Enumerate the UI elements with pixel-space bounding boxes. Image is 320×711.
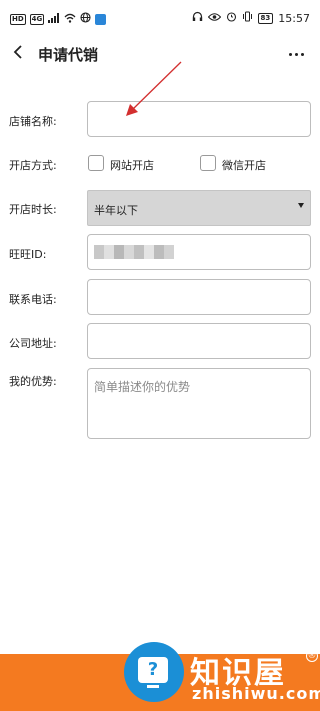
address-label: 公司地址: — [9, 337, 57, 350]
more-button[interactable] — [286, 42, 306, 66]
registered-mark: ® — [306, 650, 318, 662]
wechat-shop-radio[interactable] — [200, 155, 216, 171]
advantage-placeholder: 简单描述你的优势 — [94, 380, 191, 394]
signal-icon — [48, 12, 60, 27]
advantage-label: 我的优势: — [9, 375, 57, 388]
shop-duration-select[interactable]: 半年以下 — [87, 190, 311, 226]
advantage-textarea[interactable]: 简单描述你的优势 — [87, 368, 311, 439]
alarm-icon — [226, 11, 237, 26]
page-title: 申请代销 — [38, 46, 99, 64]
app-bar: 申请代销 — [0, 38, 320, 72]
vibrate-icon — [242, 11, 253, 26]
wechat-shop-label: 微信开店 — [222, 159, 266, 172]
watermark-text-en: zhishiwu.com — [192, 684, 320, 703]
hd-badge: HD — [10, 14, 26, 25]
website-shop-radio[interactable] — [88, 155, 104, 171]
more-dots-icon — [288, 52, 292, 56]
shop-name-label: 店铺名称: — [9, 115, 57, 128]
phone-label: 联系电话: — [9, 293, 57, 306]
status-left: HD 4G — [10, 12, 107, 27]
status-bar: HD 4G 83 15:57 — [0, 0, 320, 38]
shop-duration-value: 半年以下 — [94, 204, 138, 217]
blurred-wangwang-value — [94, 245, 178, 259]
wifi-icon — [64, 13, 76, 27]
question-monitor-icon: ? — [138, 657, 168, 683]
website-shop-label: 网站开店 — [110, 159, 154, 172]
back-button[interactable] — [6, 40, 30, 68]
battery-level: 83 — [257, 13, 274, 24]
phone-input[interactable] — [87, 279, 311, 315]
wangwang-label: 旺旺ID: — [9, 248, 47, 261]
shop-name-input[interactable] — [87, 101, 311, 137]
dropdown-arrow-icon — [298, 203, 304, 208]
shop-method-label: 开店方式: — [9, 159, 57, 172]
chevron-left-icon — [13, 44, 23, 64]
clock-time: 15:57 — [278, 12, 310, 25]
network-4g-badge: 4G — [29, 14, 45, 25]
eye-icon — [207, 12, 221, 26]
address-input[interactable] — [87, 323, 311, 359]
monitor-stand — [147, 685, 159, 688]
headphones-icon — [192, 11, 203, 26]
globe-icon — [80, 12, 91, 27]
app-notification-icon — [95, 14, 107, 25]
status-right: 83 15:57 — [192, 11, 310, 26]
shop-duration-label: 开店时长: — [9, 203, 57, 216]
